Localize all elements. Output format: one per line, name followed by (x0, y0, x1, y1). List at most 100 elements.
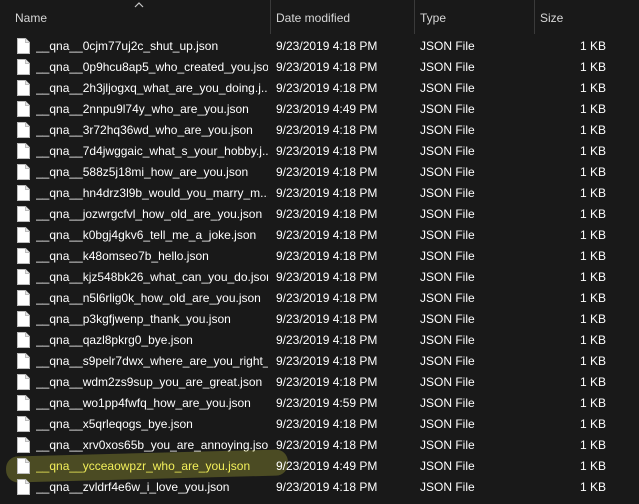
file-row[interactable]: __qna__s9pelr7dwx_where_are_you_right_..… (0, 351, 639, 372)
file-date-modified: 9/23/2019 4:18 PM (276, 60, 378, 74)
file-type: JSON File (420, 396, 475, 410)
file-type: JSON File (420, 144, 475, 158)
file-row[interactable]: __qna__k0bgj4gkv6_tell_me_a_joke.json 9/… (0, 225, 639, 246)
file-row[interactable]: __qna__7d4jwggaic_what_s_your_hobby.j...… (0, 141, 639, 162)
column-header-size[interactable]: Size (534, 0, 639, 34)
file-size: 1 KB (579, 249, 606, 263)
file-type: JSON File (420, 39, 475, 53)
file-icon (17, 332, 30, 348)
file-row[interactable]: __qna__kjz548bk26_what_can_you_do.json 9… (0, 267, 639, 288)
file-icon (17, 353, 30, 369)
file-icon (17, 290, 30, 306)
file-row[interactable]: __qna__0p9hcu8ap5_who_created_you.json 9… (0, 57, 639, 78)
file-name: __qna__jozwrgcfvl_how_old_are_you.json (36, 207, 263, 221)
file-icon (17, 122, 30, 138)
file-date-modified: 9/23/2019 4:18 PM (276, 333, 378, 347)
file-name: __qna__wo1pp4fwfq_how_are_you.json (36, 396, 251, 410)
file-name: __qna__n5l6rlig0k_how_old_are_you.json (36, 291, 261, 305)
file-date-modified: 9/23/2019 4:18 PM (276, 165, 378, 179)
file-name: __qna__2nnpu9l74y_who_are_you.json (36, 102, 249, 116)
file-name: __qna__2h3jljogxq_what_are_you_doing.j..… (36, 81, 268, 95)
file-date-modified: 9/23/2019 4:18 PM (276, 81, 378, 95)
file-type: JSON File (420, 333, 475, 347)
file-icon (17, 269, 30, 285)
file-name: __qna__kjz548bk26_what_can_you_do.json (36, 270, 268, 284)
file-list: __qna__0cjm77uj2c_shut_up.json 9/23/2019… (0, 36, 639, 498)
file-row[interactable]: __qna__2nnpu9l74y_who_are_you.json 9/23/… (0, 99, 639, 120)
file-size: 1 KB (579, 480, 606, 494)
file-row[interactable]: __qna__k48omseo7b_hello.json 9/23/2019 4… (0, 246, 639, 267)
file-size: 1 KB (579, 459, 606, 473)
file-date-modified: 9/23/2019 4:18 PM (276, 438, 378, 452)
file-date-modified: 9/23/2019 4:18 PM (276, 354, 378, 368)
file-icon (17, 437, 30, 453)
file-size: 1 KB (579, 123, 606, 137)
file-type: JSON File (420, 480, 475, 494)
file-name: __qna__p3kgfjwenp_thank_you.json (36, 312, 231, 326)
file-row[interactable]: __qna__n5l6rlig0k_how_old_are_you.json 9… (0, 288, 639, 309)
file-type: JSON File (420, 60, 475, 74)
file-icon (17, 395, 30, 411)
file-type: JSON File (420, 207, 475, 221)
file-size: 1 KB (579, 39, 606, 53)
file-size: 1 KB (579, 165, 606, 179)
file-date-modified: 9/23/2019 4:18 PM (276, 249, 378, 263)
file-size: 1 KB (579, 333, 606, 347)
file-type: JSON File (420, 123, 475, 137)
file-size: 1 KB (579, 312, 606, 326)
file-type: JSON File (420, 81, 475, 95)
file-icon (17, 248, 30, 264)
file-row[interactable]: __qna__588z5j18mi_how_are_you.json 9/23/… (0, 162, 639, 183)
file-row[interactable]: __qna__jozwrgcfvl_how_old_are_you.json 9… (0, 204, 639, 225)
file-size: 1 KB (579, 186, 606, 200)
file-row[interactable]: __qna__2h3jljogxq_what_are_you_doing.j..… (0, 78, 639, 99)
file-name: __qna__0p9hcu8ap5_who_created_you.json (36, 60, 268, 74)
file-row[interactable]: __qna__hn4drz3l9b_would_you_marry_m... 9… (0, 183, 639, 204)
file-row[interactable]: __qna__x5qrleqogs_bye.json 9/23/2019 4:1… (0, 414, 639, 435)
file-row[interactable]: __qna__qazl8pkrg0_bye.json 9/23/2019 4:1… (0, 330, 639, 351)
file-type: JSON File (420, 291, 475, 305)
file-date-modified: 9/23/2019 4:18 PM (276, 207, 378, 221)
file-row[interactable]: __qna__3r72hq36wd_who_are_you.json 9/23/… (0, 120, 639, 141)
file-row[interactable]: __qna__ycceaowpzr_who_are_you.json 9/23/… (0, 449, 639, 483)
file-name: __qna__zvldrf4e6w_i_love_you.json (36, 480, 230, 494)
file-date-modified: 9/23/2019 4:18 PM (276, 39, 378, 53)
file-type: JSON File (420, 459, 475, 473)
file-icon (17, 416, 30, 432)
file-size: 1 KB (579, 144, 606, 158)
file-icon (17, 227, 30, 243)
file-type: JSON File (420, 270, 475, 284)
file-row[interactable]: __qna__p3kgfjwenp_thank_you.json 9/23/20… (0, 309, 639, 330)
file-row[interactable]: __qna__xrv0xos65b_you_are_annoying.json … (0, 435, 639, 456)
file-name: __qna__wdm2zs9sup_you_are_great.json (36, 375, 263, 389)
file-icon (17, 101, 30, 117)
file-date-modified: 9/23/2019 4:18 PM (276, 144, 378, 158)
file-icon (17, 311, 30, 327)
file-size: 1 KB (579, 375, 606, 389)
file-icon (17, 143, 30, 159)
file-date-modified: 9/23/2019 4:18 PM (276, 186, 378, 200)
file-size: 1 KB (579, 354, 606, 368)
sort-ascending-chevron-icon[interactable] (133, 0, 145, 10)
file-type: JSON File (420, 438, 475, 452)
file-name: __qna__3r72hq36wd_who_are_you.json (36, 123, 253, 137)
file-date-modified: 9/23/2019 4:49 PM (276, 459, 378, 473)
file-date-modified: 9/23/2019 4:49 PM (276, 102, 378, 116)
file-date-modified: 9/23/2019 4:18 PM (276, 270, 378, 284)
column-header-bar: Name Date modified Type Size (0, 0, 639, 34)
column-header-date-modified[interactable]: Date modified (270, 0, 414, 34)
file-name: __qna__qazl8pkrg0_bye.json (36, 333, 193, 347)
file-type: JSON File (420, 102, 475, 116)
file-row[interactable]: __qna__zvldrf4e6w_i_love_you.json 9/23/2… (0, 477, 639, 498)
file-type: JSON File (420, 354, 475, 368)
file-type: JSON File (420, 312, 475, 326)
file-name: __qna__hn4drz3l9b_would_you_marry_m... (36, 186, 268, 200)
file-row[interactable]: __qna__wo1pp4fwfq_how_are_you.json 9/23/… (0, 393, 639, 414)
file-icon (17, 185, 30, 201)
file-date-modified: 9/23/2019 4:18 PM (276, 312, 378, 326)
file-row[interactable]: __qna__0cjm77uj2c_shut_up.json 9/23/2019… (0, 36, 639, 57)
file-icon (17, 38, 30, 54)
file-row[interactable]: __qna__wdm2zs9sup_you_are_great.json 9/2… (0, 372, 639, 393)
column-header-type[interactable]: Type (414, 0, 534, 34)
file-size: 1 KB (579, 228, 606, 242)
